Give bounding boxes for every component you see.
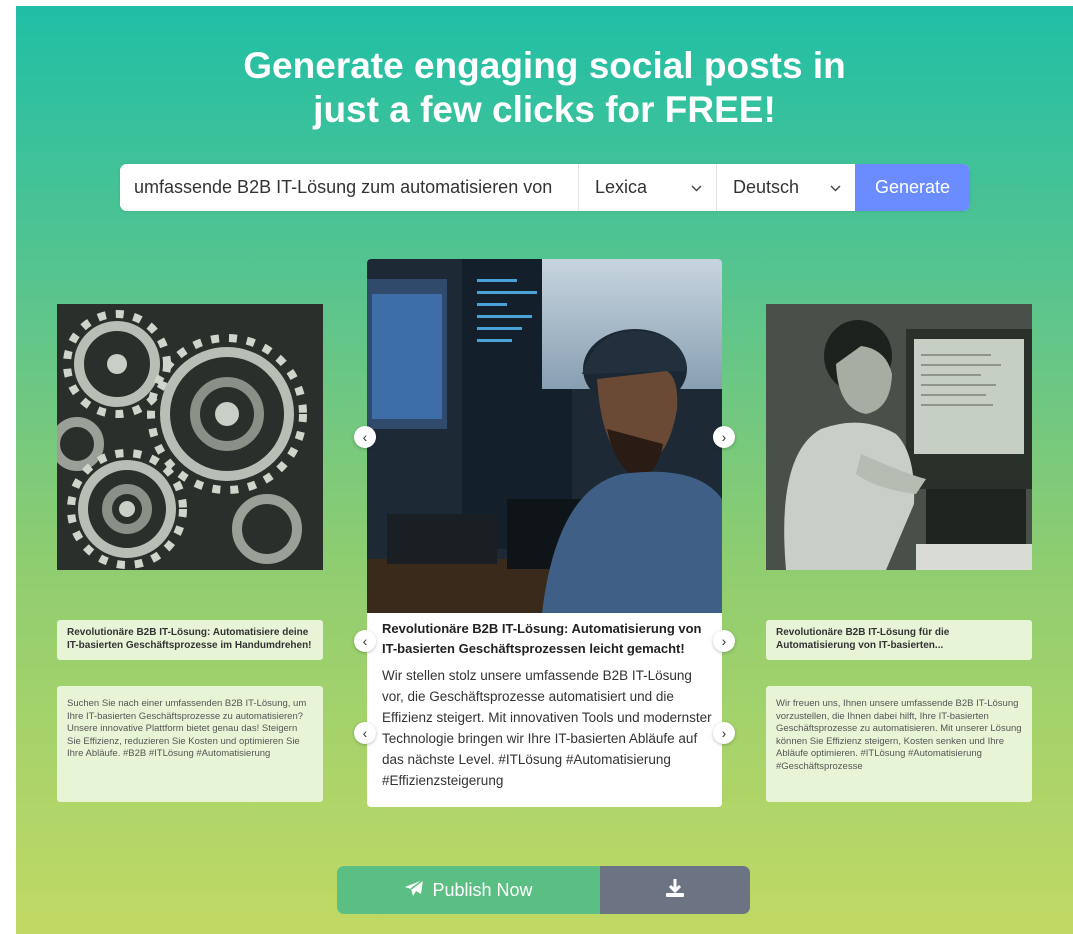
language-select[interactable]: Deutsch [717,164,855,211]
chevron-right-icon: › [721,429,727,445]
title-next-button[interactable]: › [713,630,735,652]
app-background: Generate engaging social posts in just a… [16,6,1073,934]
paper-plane-icon [404,878,424,902]
right-post-body: Wir freuen uns, Ihnen unsere umfassende … [766,686,1032,802]
download-button[interactable] [600,866,750,914]
headline-line-2: just a few clicks for FREE! [313,89,776,130]
chevron-left-icon: ‹ [362,633,368,649]
selected-post-title: Revolutionäre B2B IT-Lösung: Automatisie… [382,621,702,656]
chevron-left-icon: ‹ [362,725,368,741]
selected-post-body: Wir stellen stolz unsere umfassende B2B … [382,668,712,788]
publish-now-label: Publish Now [432,879,533,900]
language-value: Deutsch [733,177,800,197]
right-post-title: Revolutionäre B2B IT-Lösung für die Auto… [766,620,1032,660]
topic-input[interactable] [120,164,579,211]
left-post-body: Suchen Sie nach einer umfassenden B2B IT… [57,686,323,802]
action-bar: Publish Now [337,866,750,914]
body-prev-button[interactable]: ‹ [354,722,376,744]
page-headline: Generate engaging social posts in just a… [16,44,1073,132]
headline-line-1: Generate engaging social posts in [243,45,846,86]
publish-now-button[interactable]: Publish Now [337,866,600,914]
chevron-right-icon: › [721,633,727,649]
image-source-value: Lexica [595,177,648,197]
image-prev-button[interactable]: ‹ [354,426,376,448]
post-image-man-at-monitor [766,304,1032,570]
title-prev-button[interactable]: ‹ [354,630,376,652]
download-icon [665,878,685,903]
chevron-down-icon [691,181,702,195]
generate-button[interactable]: Generate [855,164,970,211]
chevron-down-icon [830,181,841,195]
post-image-developer [367,259,722,613]
body-next-button[interactable]: › [713,722,735,744]
selected-post-card: Revolutionäre B2B IT-Lösung: Automatisie… [367,259,722,807]
left-post-title: Revolutionäre B2B IT-Lösung: Automatisie… [57,620,323,660]
image-source-select[interactable]: Lexica [579,164,717,211]
generate-form: Lexica Deutsch Generate [120,164,970,211]
chevron-right-icon: › [721,725,727,741]
image-next-button[interactable]: › [713,426,735,448]
chevron-left-icon: ‹ [362,429,368,445]
post-image-gears [57,304,323,570]
